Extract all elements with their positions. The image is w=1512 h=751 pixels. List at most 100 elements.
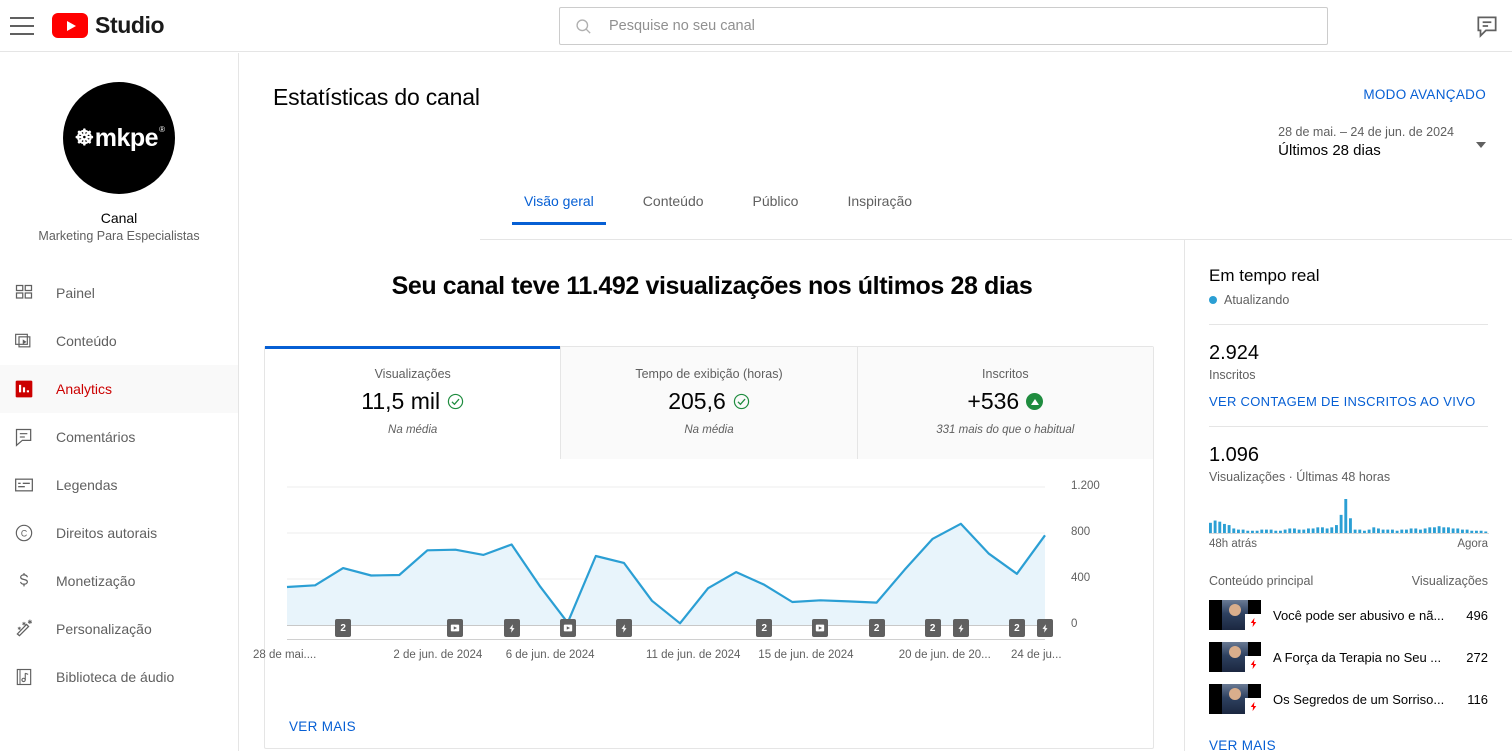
sidebar-item-label: Legendas	[56, 477, 118, 493]
video-library-icon	[12, 329, 36, 353]
chart-marker-video[interactable]	[812, 619, 829, 637]
subtitles-icon	[12, 473, 36, 497]
hamburger-icon[interactable]	[10, 16, 34, 35]
y-axis-tick: 400	[1071, 572, 1091, 584]
avatar[interactable]: ☸ mkpe ®	[63, 82, 175, 194]
shorts-icon	[1245, 656, 1261, 672]
chevron-down-icon[interactable]	[1476, 142, 1486, 148]
views-chart[interactable]: 1.200 800 400 0 22222 28 de mai.... 2 de jun…	[253, 459, 1155, 749]
realtime-subscribers-label: Inscritos	[1209, 368, 1256, 382]
sidebar-item-legendas[interactable]: Legendas	[0, 461, 238, 509]
divider	[1209, 426, 1488, 427]
svg-text:✱: ✱	[17, 626, 21, 631]
sidebar-item-monetizacao[interactable]: Monetização	[0, 557, 238, 605]
date-range-sub: 28 de mai. – 24 de jun. de 2024	[1278, 125, 1454, 139]
tab-inspiracao[interactable]: Inspiração	[835, 193, 924, 225]
feedback-icon[interactable]	[1474, 13, 1500, 39]
metric-label: Inscritos	[982, 367, 1029, 381]
card-see-more-link[interactable]: VER MAIS	[289, 719, 356, 734]
top-bar: Studio	[0, 0, 1512, 52]
main-content: Estatísticas do canal MODO AVANÇADO 28 d…	[240, 53, 1512, 751]
sidebar-item-analytics[interactable]: Analytics	[0, 365, 238, 413]
sidebar-item-label: Monetização	[56, 573, 136, 589]
video-title: Você pode ser abusivo e nã...	[1273, 607, 1445, 623]
magic-wand-icon: ✱ ✱ ✱	[12, 617, 36, 641]
x-axis-tick: 11 de jun. de 2024	[646, 649, 741, 661]
realtime-see-more-link[interactable]: VER MAIS	[1209, 738, 1488, 751]
chart-marker-shorts[interactable]	[1037, 619, 1053, 637]
top-content-col-title: Conteúdo principal	[1209, 574, 1314, 588]
avatar-label: mkpe	[94, 123, 159, 152]
youtube-play-icon	[52, 13, 88, 38]
metric-value: 205,6	[668, 388, 726, 414]
channel-label: Canal	[100, 210, 138, 226]
sidebar-item-direitos-autorais[interactable]: C Direitos autorais	[0, 509, 238, 557]
metric-label: Visualizações	[374, 367, 451, 381]
chart-marker-shorts[interactable]	[503, 619, 520, 637]
metric-value: 11,5 mil	[361, 388, 441, 414]
metric-sub: 331 mais do que o habitual	[936, 424, 1075, 436]
chart-marker-count[interactable]: 2	[868, 619, 885, 637]
metric-visualizacoes[interactable]: Visualizações 11,5 mil Na média	[265, 346, 562, 459]
sidebar-item-painel[interactable]: Painel	[0, 269, 238, 317]
x-axis-tick: 28 de mai....	[253, 649, 317, 661]
metric-tabs: Visualizações 11,5 mil Na média Tempo de…	[265, 346, 1153, 459]
tab-visao-geral[interactable]: Visão geral	[512, 193, 606, 225]
views-area-chart[interactable]	[265, 479, 1155, 639]
sidebar-item-personalizacao[interactable]: ✱ ✱ ✱ Personalização	[0, 605, 238, 653]
metric-sub: Na média	[388, 424, 438, 436]
sparkline-axis: 48h atrás Agora	[1209, 538, 1488, 550]
list-item[interactable]: Os Segredos de um Sorriso... 116	[1209, 684, 1488, 714]
y-axis-tick: 800	[1071, 526, 1091, 538]
advanced-mode-link[interactable]: MODO AVANÇADO	[1363, 87, 1486, 102]
search-input[interactable]	[609, 18, 1327, 34]
tab-publico[interactable]: Público	[741, 193, 811, 225]
svg-text:✱: ✱	[27, 619, 32, 626]
sidebar-item-biblioteca-de-audio[interactable]: Biblioteca de áudio	[0, 653, 238, 701]
music-library-icon	[12, 665, 36, 689]
list-item[interactable]: Você pode ser abusivo e nã... 496	[1209, 600, 1488, 630]
sidebar-item-conteudo[interactable]: Conteúdo	[0, 317, 238, 365]
overview-column: Seu canal teve 11.492 visualizações nos …	[240, 240, 1184, 751]
sidebar-item-label: Painel	[56, 285, 95, 301]
chart-marker-shorts[interactable]	[952, 619, 969, 637]
chart-marker-count[interactable]: 2	[756, 619, 773, 637]
arrow-up-circle-icon	[1026, 393, 1044, 410]
date-range-selector[interactable]: 28 de mai. – 24 de jun. de 2024 Últimos …	[1278, 125, 1486, 159]
youtube-studio-logo[interactable]: Studio	[52, 12, 165, 39]
chart-event-markers: 2 2 2 2 2	[265, 619, 1155, 641]
analytics-tabs: Visão geral Conteúdo Público Inspiração	[512, 193, 949, 225]
metric-tempo-de-exibicao[interactable]: Tempo de exibição (horas) 205,6 Na média	[561, 347, 858, 459]
avatar-spiral-icon: ☸	[74, 125, 95, 150]
chart-marker-shorts[interactable]	[615, 619, 632, 637]
x-axis-tick: 24 de ju...	[1011, 649, 1062, 661]
list-item[interactable]: A Força da Terapia no Seu ... 272	[1209, 642, 1488, 672]
sparkline-start-label: 48h atrás	[1209, 538, 1257, 550]
realtime-title: Em tempo real	[1209, 266, 1320, 285]
chart-marker-count[interactable]: 2	[335, 619, 352, 637]
chart-marker-video[interactable]	[559, 619, 576, 637]
chart-marker-count[interactable]: 2	[924, 619, 941, 637]
realtime-panel: Em tempo real Atualizando 2.924 Inscrito…	[1184, 240, 1512, 751]
studio-wordmark: Studio	[95, 12, 165, 38]
sidebar-item-comentarios[interactable]: Comentários	[0, 413, 238, 461]
views-card: Visualizações 11,5 mil Na média Tempo de…	[253, 346, 1155, 749]
live-subscriber-count-link[interactable]: VER CONTAGEM DE INSCRITOS AO VIVO	[1209, 394, 1488, 409]
metric-inscritos[interactable]: Inscritos +536 331 mais do que o habitua…	[857, 347, 1153, 459]
sidebar-item-label: Biblioteca de áudio	[56, 669, 175, 685]
tab-conteudo[interactable]: Conteúdo	[631, 193, 716, 225]
video-thumbnail	[1209, 642, 1261, 672]
realtime-status-label: Atualizando	[1224, 293, 1290, 307]
realtime-sparkline[interactable]	[1209, 497, 1489, 535]
search-bar[interactable]	[559, 7, 1328, 45]
avatar-registered-mark: ®	[159, 124, 165, 134]
chart-marker-video[interactable]	[447, 619, 464, 637]
video-title: Os Segredos de um Sorriso...	[1273, 691, 1445, 707]
metric-sub: Na média	[684, 424, 734, 436]
realtime-subscribers-value: 2.924	[1209, 342, 1260, 364]
dollar-icon	[12, 569, 36, 593]
metric-value: +536	[967, 388, 1020, 414]
video-views: 272	[1466, 649, 1488, 665]
live-dot-icon	[1209, 296, 1217, 304]
chart-marker-count[interactable]: 2	[1008, 619, 1025, 637]
